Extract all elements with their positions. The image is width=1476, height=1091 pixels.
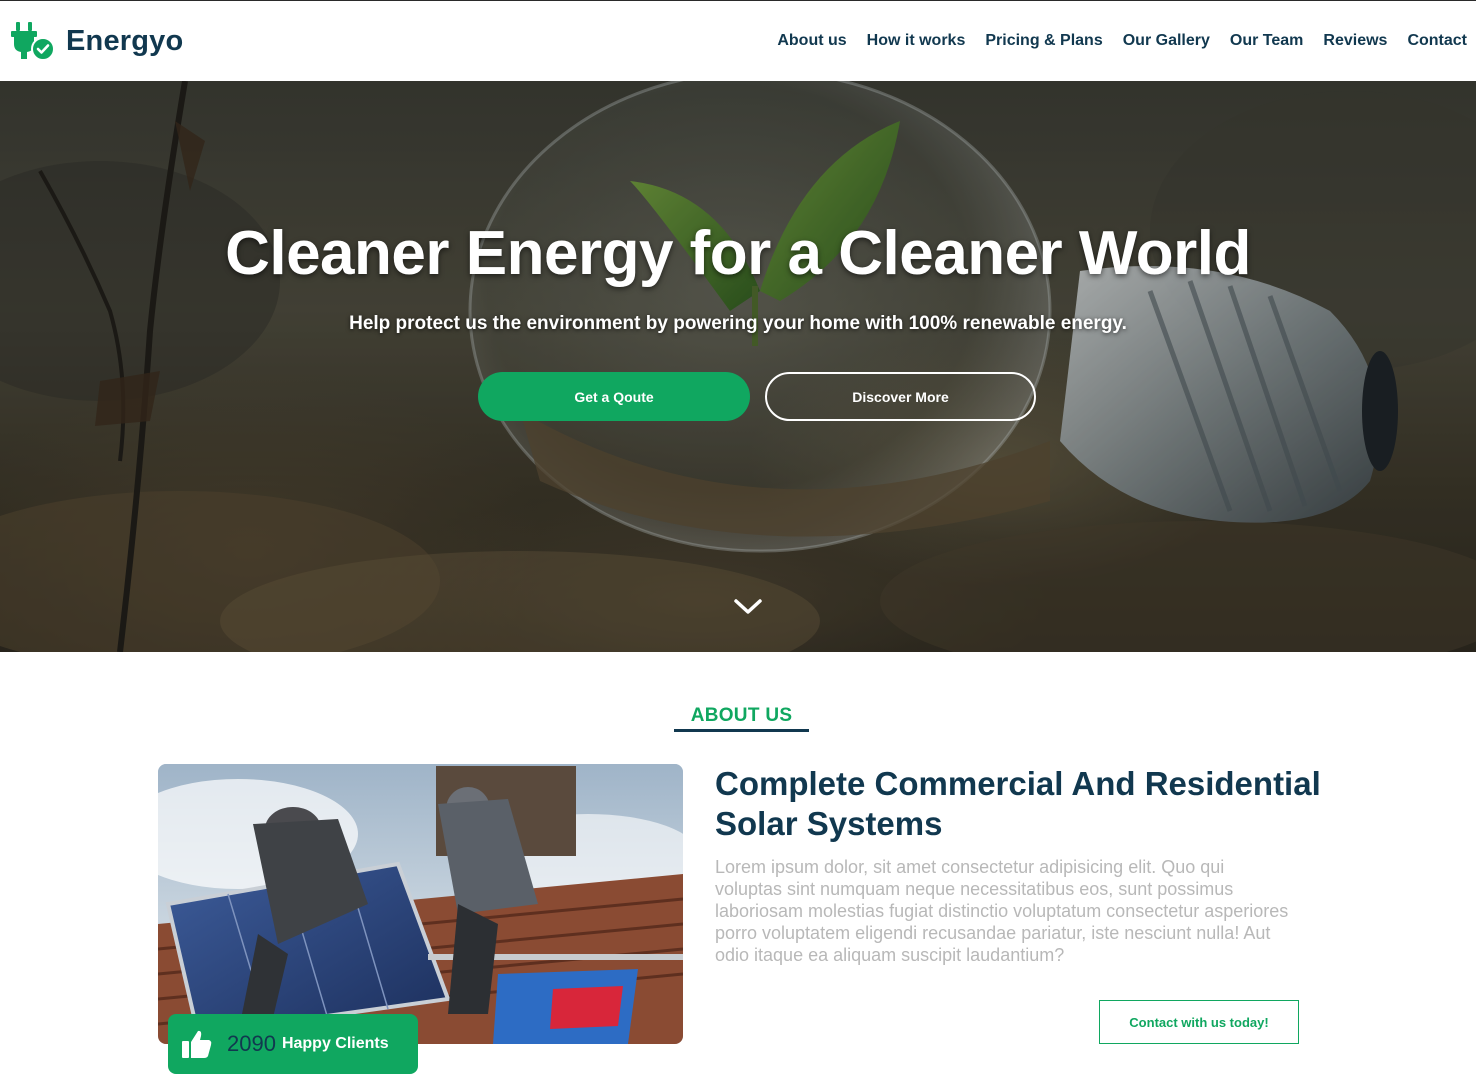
get-quote-button[interactable]: Get a Qoute (478, 372, 750, 421)
happy-clients-label: Happy Clients (281, 1035, 389, 1052)
site-header: Energyo About us How it works Pricing & … (0, 1, 1476, 81)
main-nav: About us How it works Pricing & Plans Ou… (757, 31, 1467, 51)
plug-check-icon (10, 20, 56, 62)
nav-contact[interactable]: Contact (1407, 31, 1467, 51)
brand-name: Energyo (66, 24, 184, 57)
hero-overlay (0, 81, 1476, 652)
nav-our-gallery[interactable]: Our Gallery (1123, 31, 1210, 51)
happy-clients-badge: 2090 Happy Clients (168, 1014, 418, 1074)
chevron-down-icon[interactable] (733, 597, 763, 617)
contact-us-button[interactable]: Contact with us today! (1099, 1000, 1299, 1044)
hero-subtitle: Help protect us the environment by power… (349, 313, 1127, 334)
nav-our-team[interactable]: Our Team (1230, 31, 1304, 51)
happy-clients-count: 2090 (227, 1031, 276, 1056)
about-heading: Complete Commercial And Residential Sola… (715, 765, 1321, 842)
nav-reviews[interactable]: Reviews (1323, 31, 1387, 51)
section-label-underline (674, 729, 809, 732)
about-body-text: Lorem ipsum dolor, sit amet consectetur … (715, 857, 1289, 965)
hero-section: Cleaner Energy for a Cleaner World Help … (0, 81, 1476, 652)
hero-title: Cleaner Energy for a Cleaner World (225, 219, 1251, 288)
nav-about-us[interactable]: About us (777, 31, 846, 51)
logo[interactable]: Energyo (10, 20, 183, 62)
nav-pricing-plans[interactable]: Pricing & Plans (985, 31, 1102, 51)
section-label: ABOUT US (690, 705, 793, 726)
thumbs-up-icon (181, 1029, 213, 1059)
solar-installation-photo (158, 764, 683, 1044)
discover-more-button[interactable]: Discover More (765, 372, 1036, 421)
nav-how-it-works[interactable]: How it works (867, 31, 966, 51)
